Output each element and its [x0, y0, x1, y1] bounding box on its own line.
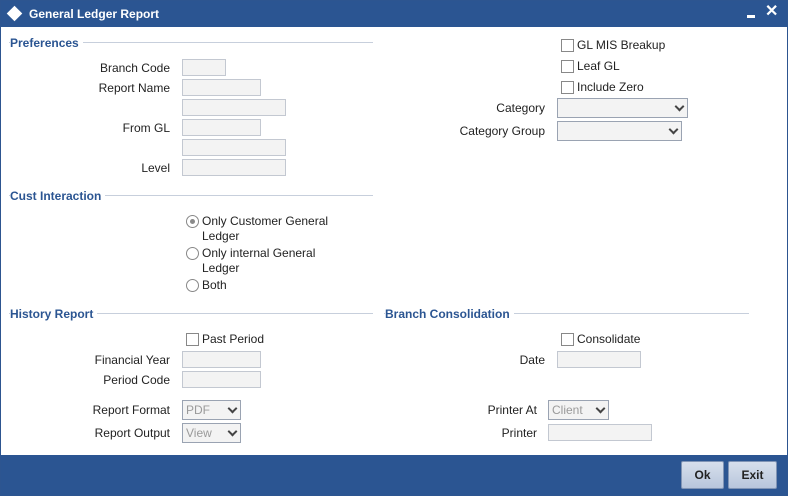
date-label: Date	[519, 353, 545, 367]
close-icon[interactable]: ✕	[765, 3, 778, 21]
leaf-gl-checkbox[interactable]	[561, 60, 574, 73]
chevron-down-icon	[595, 403, 606, 414]
chevron-down-icon	[668, 124, 679, 135]
printer-input[interactable]	[548, 424, 652, 441]
from-gl-input[interactable]	[182, 119, 261, 136]
report-output-label: Report Output	[94, 426, 170, 440]
category-group-label: Category Group	[459, 124, 545, 138]
past-period-label: Past Period	[202, 332, 265, 346]
printer-at-label: Printer At	[487, 403, 537, 417]
period-code-input[interactable]	[182, 371, 261, 388]
chevron-down-icon	[227, 426, 238, 437]
leaf-gl-label: Leaf GL	[577, 59, 620, 73]
only-internal-gl-label-line1: Only internal General	[202, 246, 316, 260]
consolidate-checkbox[interactable]	[561, 333, 574, 346]
preferences-section-title: Preferences	[10, 36, 83, 50]
from-gl-description-field[interactable]	[182, 139, 286, 156]
report-name-label: Report Name	[98, 81, 170, 95]
period-code-label: Period Code	[103, 373, 170, 387]
include-zero-label: Include Zero	[577, 80, 644, 94]
financial-year-label: Financial Year	[94, 353, 170, 367]
exit-button[interactable]: Exit	[728, 461, 777, 489]
category-label: Category	[496, 101, 545, 115]
branch-code-label: Branch Code	[99, 61, 170, 75]
minimize-icon[interactable]	[746, 7, 758, 21]
footer-bar: Ok Exit	[1, 455, 787, 495]
only-customer-gl-label-line1: Only Customer General	[202, 214, 329, 228]
title-bar: General Ledger Report ✕	[1, 1, 787, 27]
category-select[interactable]	[557, 98, 688, 118]
history-report-section-title: History Report	[10, 307, 98, 321]
printer-label: Printer	[501, 426, 537, 440]
include-zero-checkbox[interactable]	[561, 81, 574, 94]
category-group-select[interactable]	[557, 121, 682, 141]
printer-at-value: Client	[552, 403, 583, 417]
window-title: General Ledger Report	[29, 7, 160, 21]
report-name-description-field[interactable]	[182, 99, 286, 116]
chevron-down-icon	[674, 101, 685, 112]
date-input[interactable]	[557, 351, 641, 368]
ok-button[interactable]: Ok	[681, 461, 724, 489]
printer-at-select[interactable]: Client	[548, 400, 609, 420]
chevron-down-icon	[227, 403, 238, 414]
branch-code-input[interactable]	[182, 59, 226, 76]
branch-consolidation-section-title: Branch Consolidation	[385, 307, 514, 321]
only-customer-gl-label-line2: Ledger	[202, 229, 240, 243]
report-format-label: Report Format	[92, 403, 170, 417]
report-format-value: PDF	[186, 403, 210, 417]
level-label: Level	[141, 161, 170, 175]
only-internal-gl-label-line2: Ledger	[202, 261, 240, 275]
report-output-select[interactable]: View	[182, 423, 241, 443]
gl-mis-breakup-checkbox[interactable]	[561, 39, 574, 52]
report-form: Preferences Branch Code Report Name From…	[1, 27, 787, 455]
from-gl-label: From GL	[122, 121, 170, 135]
gl-mis-breakup-label: GL MIS Breakup	[577, 38, 666, 52]
report-output-value: View	[186, 426, 212, 440]
only-internal-gl-radio[interactable]	[186, 247, 199, 260]
diamond-logo-icon	[6, 5, 23, 22]
only-customer-gl-radio[interactable]	[186, 215, 199, 228]
report-name-input[interactable]	[182, 79, 261, 96]
both-radio[interactable]	[186, 279, 199, 292]
level-input[interactable]	[182, 159, 286, 176]
past-period-checkbox[interactable]	[186, 333, 199, 346]
general-ledger-report-window: General Ledger Report ✕ Preferences Bran…	[0, 0, 788, 496]
both-label: Both	[202, 278, 227, 292]
financial-year-input[interactable]	[182, 351, 261, 368]
consolidate-label: Consolidate	[577, 332, 641, 346]
cust-interaction-section-title: Cust Interaction	[10, 189, 106, 203]
report-format-select[interactable]: PDF	[182, 400, 241, 420]
